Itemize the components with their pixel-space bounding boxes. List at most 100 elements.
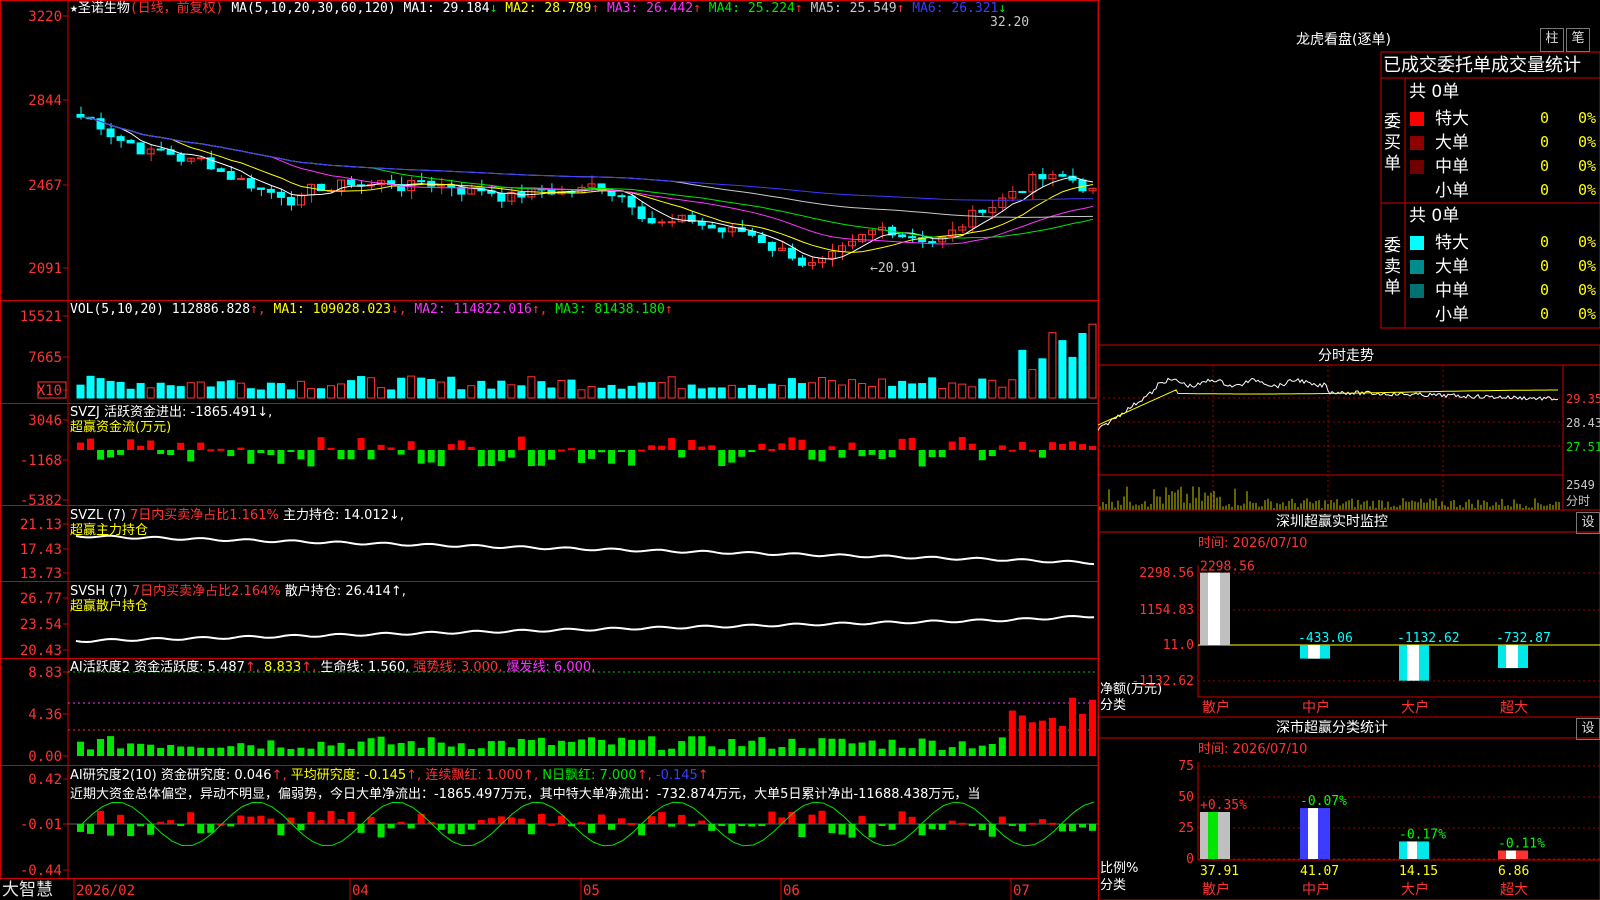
- sz-bar-value: -1132.62: [1397, 631, 1460, 646]
- volume-bar: [1038, 358, 1047, 399]
- ai-research-bar: [307, 811, 315, 824]
- svsh-ratio: 7日内买卖净占比2.164%: [131, 584, 281, 599]
- ai-active-bar: [517, 738, 525, 756]
- ai-active-header: AI活跃度2 资金活跃度: 5.487↑, 8.833↑, 生命线: 1.560…: [70, 660, 596, 675]
- ai-active-bar: [888, 739, 896, 756]
- sc-settings-button[interactable]: 设: [1576, 718, 1600, 740]
- ai-active-bar: [998, 737, 1006, 756]
- ai-research-bar: [768, 811, 776, 824]
- ai-active-bar: [527, 740, 535, 756]
- svzj-bar: [417, 450, 425, 464]
- ai-research-bar: [87, 824, 95, 834]
- ai-active-bar: [1048, 717, 1056, 756]
- ai-research-bar: [938, 824, 946, 830]
- svzj-bar: [237, 447, 245, 450]
- volume-bar: [86, 375, 95, 399]
- sell-row-label: 小单: [1435, 305, 1469, 325]
- ai-active-bar: [127, 743, 135, 756]
- volume-bar: [767, 383, 776, 399]
- stock-header: ★圣诺生物(日线，前复权) MA(5,10,20,30,60,120) MA1:…: [70, 1, 1006, 16]
- volume-bar: [958, 383, 967, 399]
- ai-research-bar: [247, 816, 255, 824]
- price-axis-tick: 2844: [28, 93, 62, 109]
- date-label: 2026/02: [76, 883, 135, 899]
- ai-active-bar: [978, 745, 986, 756]
- ai-active-bar: [87, 749, 95, 756]
- svzj-bar: [718, 450, 726, 467]
- stock-name[interactable]: ★圣诺生物: [70, 1, 130, 16]
- ai-active-bar: [878, 748, 886, 756]
- svzj-bar: [818, 450, 826, 462]
- ai-active-bar: [167, 744, 175, 756]
- svzj-bars: [77, 436, 1096, 467]
- fenshi-vol-unit: 分时: [1566, 494, 1590, 508]
- volume-bar: [246, 388, 255, 399]
- sell-row-label: 中单: [1435, 281, 1469, 301]
- svzj-bar: [157, 450, 165, 455]
- ai-research-bar: [167, 820, 175, 824]
- ai-research-bar: [507, 817, 515, 824]
- ai-active-bar: [858, 742, 866, 756]
- sc-bar-value: 41.07: [1300, 864, 1339, 879]
- volume-bar: [807, 382, 816, 399]
- volume-bar: [326, 385, 336, 399]
- svzj-bar: [517, 436, 525, 450]
- sz-bar-label: 大户: [1401, 699, 1429, 716]
- volume-bar: [557, 379, 566, 399]
- tab-bi[interactable]: 笔: [1566, 28, 1590, 52]
- fenshi-vol-bars: [1099, 486, 1560, 510]
- ai-active-bar: [798, 748, 806, 756]
- candle-body: [707, 224, 716, 229]
- ma2-line: [80, 116, 1094, 253]
- ai-active-bar: [327, 745, 335, 756]
- ai-research-bar: [1048, 822, 1056, 825]
- ai-research-bar: [838, 824, 846, 835]
- volume-bar: [617, 388, 626, 399]
- svsh-axis-tick: 23.54: [20, 617, 62, 633]
- svzj-bar: [588, 450, 596, 459]
- svzj-bar: [527, 450, 535, 467]
- sell-row-count: 0: [1540, 305, 1550, 323]
- buy-row-label: 特大: [1435, 109, 1469, 129]
- ai-active-bar: [567, 741, 575, 756]
- candle-body: [256, 187, 265, 190]
- candle-body: [1058, 174, 1067, 177]
- price-axis-tick: 2467: [28, 178, 62, 194]
- ai-research-bar: [517, 818, 525, 824]
- ai-active-bar: [347, 748, 355, 756]
- ai-active-bar: [648, 736, 656, 756]
- ai-active-bar: [197, 747, 205, 756]
- ma6-line: [80, 116, 1094, 201]
- ai-research-bar: [668, 824, 676, 827]
- volume-bar: [737, 387, 746, 399]
- svzj-bar: [688, 440, 696, 450]
- svzj-bar: [1088, 445, 1096, 450]
- ai-active-bar: [848, 743, 856, 756]
- vol-ma1: MA1: 109028.023: [273, 302, 391, 317]
- svzj-bar: [537, 450, 545, 466]
- sz-axis-label: 1154.83: [1139, 603, 1194, 618]
- period-mode[interactable]: (日线，前复权): [130, 1, 224, 16]
- buy-row-pct: 0%: [1578, 133, 1597, 151]
- buy-row-pct: 0%: [1578, 109, 1597, 127]
- svzj-title: SVZJ: [70, 405, 100, 420]
- ai-active-bar: [638, 740, 646, 756]
- sc-bar-大户: [1399, 841, 1429, 859]
- tab-zhu[interactable]: 柱: [1540, 28, 1564, 52]
- candle-body: [988, 206, 997, 213]
- sc-bar-change: +0.35%: [1200, 798, 1247, 813]
- ai-active-bar: [968, 748, 976, 756]
- buy-row-pct: 0%: [1578, 181, 1597, 199]
- svzj-bar: [217, 448, 225, 451]
- volume-bar: [316, 388, 325, 399]
- volume-bar: [537, 381, 546, 399]
- ai-active-bar: [918, 738, 926, 756]
- ai-active-bar: [447, 746, 455, 756]
- ai-active-bar: [958, 741, 966, 756]
- main-chart-canvas[interactable]: 3220 2844 2467 2091 15521 7665 X10 3046 -1168 -53…: [0, 0, 1100, 900]
- volume-bar: [938, 388, 947, 399]
- sz-bar-highlight: [1506, 645, 1518, 669]
- sz-settings-button[interactable]: 设: [1576, 512, 1600, 534]
- ai-active-bar: [928, 740, 936, 756]
- ai-active-bar: [387, 744, 395, 756]
